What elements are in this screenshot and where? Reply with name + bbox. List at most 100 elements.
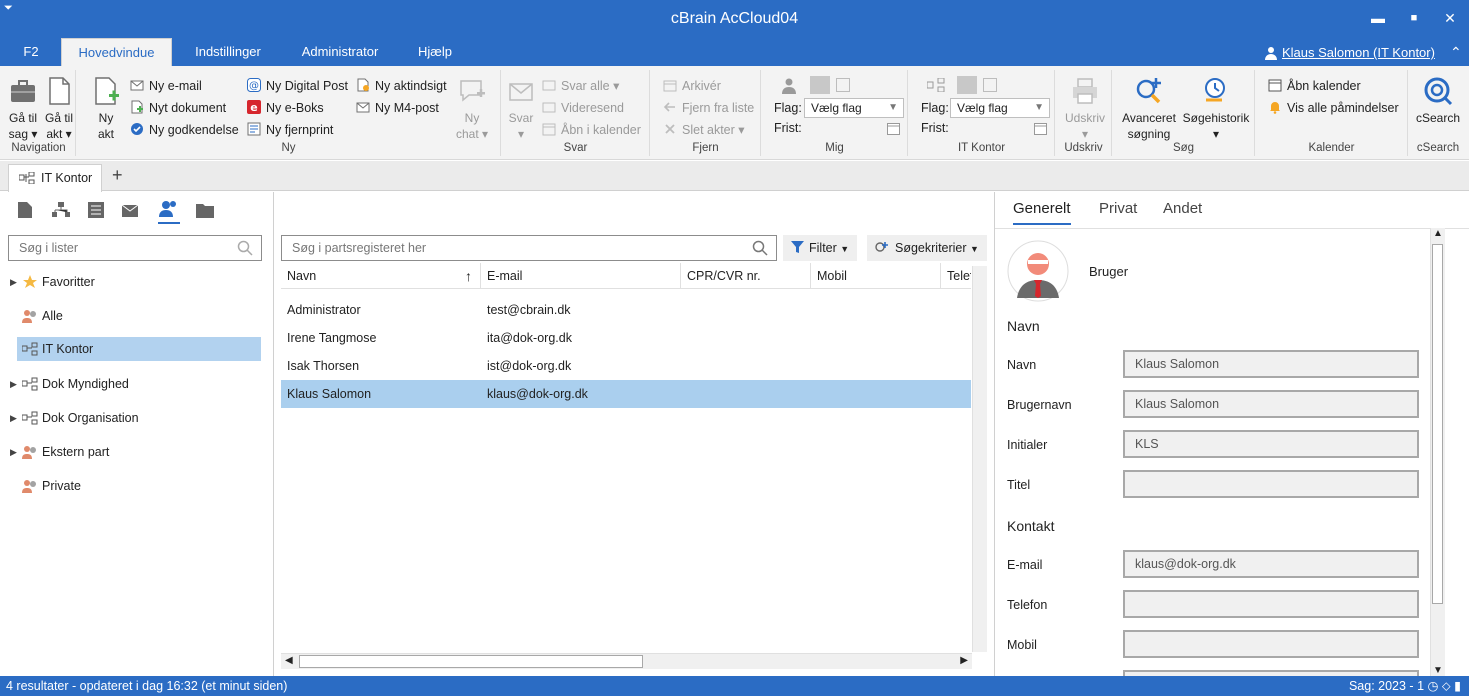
flag-clear-icon[interactable] — [836, 78, 850, 92]
advanced-search-button[interactable]: Avanceret søgning — [1119, 76, 1179, 142]
print-button[interactable]: Udskriv ▾ — [1062, 76, 1108, 142]
column-header-mobil[interactable]: Mobil — [811, 263, 941, 289]
date-picker-icon[interactable] — [887, 122, 900, 135]
folder-list-icon[interactable] — [196, 202, 214, 218]
expand-icon[interactable]: ▶ — [10, 440, 17, 464]
field-brugernavn[interactable]: Klaus Salomon — [1123, 390, 1419, 418]
filter-icon — [791, 241, 804, 253]
tree-item-ekstern-part[interactable]: ▶ Ekstern part — [8, 440, 261, 464]
scroll-thumb[interactable] — [1432, 244, 1443, 604]
flag-color-swatch[interactable] — [810, 76, 830, 94]
tree-item-dok-myndighed[interactable]: ▶ Dok Myndighed — [8, 372, 261, 396]
delete-acts-button[interactable]: Slet akter ▾ — [663, 120, 745, 140]
scroll-down-icon[interactable]: ▼ — [1433, 665, 1443, 676]
new-document-button[interactable]: Nyt dokument — [130, 98, 226, 118]
maximize-button[interactable]: ■ — [1404, 8, 1424, 28]
tab-andet[interactable]: Andet — [1163, 200, 1202, 217]
expand-icon[interactable]: ▶ — [10, 270, 17, 294]
scroll-left-icon[interactable]: ◀ — [285, 655, 293, 666]
group-navigation: Gå til sag ▾ Gå til akt ▾ Navigation — [2, 70, 76, 156]
it-flag-clear-icon[interactable] — [983, 78, 997, 92]
grid-horizontal-scrollbar[interactable]: ◀ ▶ — [281, 653, 972, 669]
filter-button[interactable]: Filter ▼ — [783, 235, 858, 261]
csearch-button[interactable]: cSearch — [1413, 76, 1463, 126]
expand-icon[interactable]: ▶ — [10, 406, 17, 430]
column-header-telefon[interactable]: Telef — [941, 263, 971, 289]
hierarchy-list-icon[interactable] — [52, 202, 70, 218]
reply-all-button[interactable]: Svar alle ▾ — [542, 76, 619, 96]
close-button[interactable]: ✕ — [1440, 8, 1460, 28]
tree-item-private[interactable]: Private — [8, 474, 261, 498]
new-digital-post-button[interactable]: @ Ny Digital Post — [247, 76, 348, 96]
tree-item-favoritter[interactable]: ▶ Favoritter — [8, 270, 261, 294]
column-header-navn[interactable]: Navn ↑ — [281, 263, 481, 289]
details-vertical-scrollbar[interactable]: ▲ ▼ — [1430, 228, 1445, 676]
collapse-ribbon-icon[interactable]: ⌃ — [1450, 44, 1462, 61]
tree-item-it-kontor[interactable]: IT Kontor — [17, 337, 261, 361]
field-mobil[interactable] — [1123, 630, 1419, 658]
chat-icon — [460, 80, 485, 102]
scroll-right-icon[interactable]: ▶ — [960, 655, 968, 666]
cell-name: Administrator — [287, 303, 361, 317]
tab-generelt[interactable]: Generelt — [1013, 200, 1071, 225]
email-icon — [130, 80, 144, 91]
field-titel[interactable] — [1123, 470, 1419, 498]
tab-it-kontor[interactable]: IT Kontor — [8, 164, 102, 192]
new-chat-button[interactable]: Ny chat ▾ — [455, 76, 489, 142]
tab-f2[interactable]: F2 — [12, 38, 50, 66]
field-initialer[interactable]: KLS — [1123, 430, 1419, 458]
tab-administrator[interactable]: Administrator — [290, 38, 390, 66]
new-act-button[interactable]: Ny akt — [89, 76, 123, 142]
tree-item-dok-organisation[interactable]: ▶ Dok Organisation — [8, 406, 261, 430]
remove-from-list-button[interactable]: Fjern fra liste — [663, 98, 754, 118]
scroll-up-icon[interactable]: ▲ — [1433, 228, 1443, 239]
list-search-input[interactable]: Søg i lister — [8, 235, 262, 261]
table-row[interactable]: Administrator test@cbrain.dk — [281, 296, 971, 324]
it-flag-color-swatch[interactable] — [957, 76, 977, 94]
table-row-selected[interactable]: Klaus Salomon klaus@dok-org.dk — [281, 380, 971, 408]
current-user-link[interactable]: Klaus Salomon (IT Kontor) — [1282, 45, 1435, 60]
expand-icon[interactable]: ▶ — [10, 372, 17, 396]
column-header-cpr[interactable]: CPR/CVR nr. — [681, 263, 811, 289]
new-email-button[interactable]: Ny e-mail — [130, 76, 202, 96]
new-approval-button[interactable]: Ny godkendelse — [130, 120, 239, 140]
tab-hovedvindue[interactable]: Hovedvindue — [61, 38, 172, 66]
tab-hjaelp[interactable]: Hjælp — [408, 38, 462, 66]
search-history-button[interactable]: Søgehistorik ▾ — [1181, 76, 1251, 142]
goto-act-button[interactable]: Gå til akt ▾ — [42, 76, 76, 142]
tree-item-alle[interactable]: Alle — [8, 304, 261, 328]
status-bar: 4 resultater - opdateret i dag 16:32 (et… — [0, 676, 1469, 696]
column-header-email[interactable]: E-mail — [481, 263, 681, 289]
add-tab-button[interactable]: + — [112, 165, 123, 186]
new-remoteprint-button[interactable]: Ny fjernprint — [247, 120, 333, 140]
archive-button[interactable]: Arkivér — [663, 76, 721, 96]
contacts-list-icon[interactable] — [159, 200, 179, 218]
show-reminders-button[interactable]: Vis alle påmindelser — [1268, 98, 1399, 118]
search-criteria-button[interactable]: Søgekriterier ▼ — [867, 235, 987, 261]
reply-button[interactable]: Svar ▾ — [504, 76, 538, 142]
table-row[interactable]: Irene Tangmose ita@dok-org.dk — [281, 324, 971, 352]
goto-case-button[interactable]: Gå til sag ▾ — [6, 76, 40, 142]
tab-indstillinger[interactable]: Indstillinger — [182, 38, 274, 66]
grid-vertical-scrollbar[interactable] — [972, 266, 987, 652]
open-calendar-button[interactable]: Åbn kalender — [1268, 76, 1361, 96]
new-m4-button[interactable]: Ny M4-post — [356, 98, 439, 118]
documents-list-icon[interactable] — [18, 202, 32, 218]
it-flag-select[interactable]: Vælg flag ▼ — [950, 98, 1050, 118]
field-email[interactable]: klaus@dok-org.dk — [1123, 550, 1419, 578]
forward-button[interactable]: Videresend — [542, 98, 624, 118]
minimize-button[interactable]: ▬ — [1368, 8, 1388, 28]
tab-privat[interactable]: Privat — [1099, 200, 1137, 217]
list-icon[interactable] — [88, 202, 104, 218]
party-search-input[interactable]: Søg i partsregisteret her — [281, 235, 777, 261]
scroll-thumb[interactable] — [299, 655, 643, 668]
open-in-calendar-button[interactable]: Åbn i kalender — [542, 120, 641, 140]
date-picker-icon[interactable] — [1034, 122, 1047, 135]
new-eboks-button[interactable]: e Ny e-Boks — [247, 98, 324, 118]
table-row[interactable]: Isak Thorsen ist@dok-org.dk — [281, 352, 971, 380]
field-navn[interactable]: Klaus Salomon — [1123, 350, 1419, 378]
new-access-button[interactable]: Ny aktindsigt — [356, 76, 447, 96]
field-telefon[interactable] — [1123, 590, 1419, 618]
mig-flag-select[interactable]: Vælg flag ▼ — [804, 98, 904, 118]
mail-list-icon[interactable] — [122, 202, 140, 218]
